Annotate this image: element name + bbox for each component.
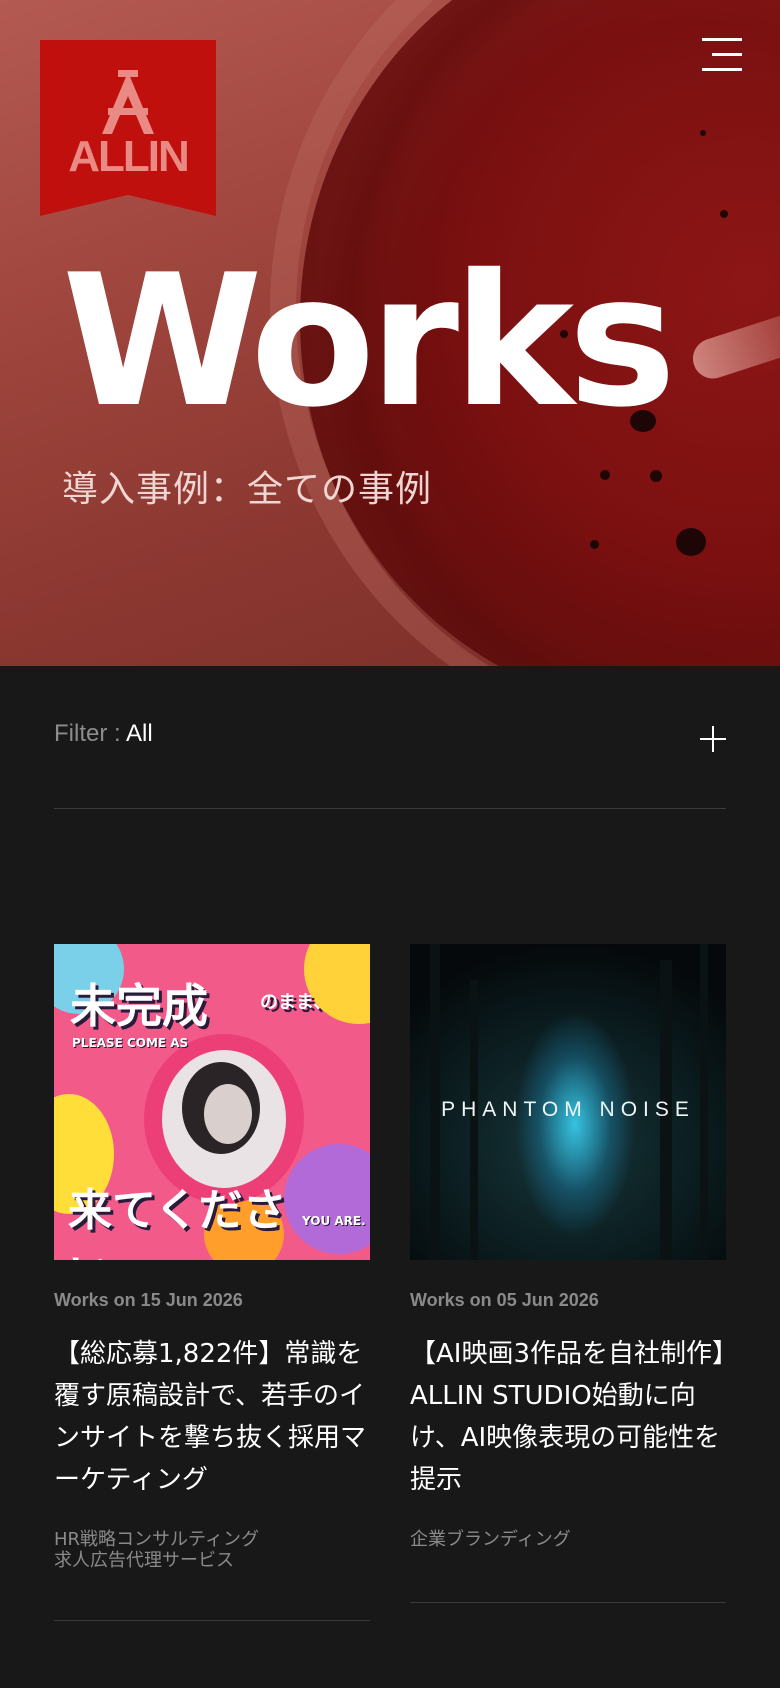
logo-wordmark: ALLIN <box>68 132 190 181</box>
filter-label: Filter : All <box>54 720 153 748</box>
art-headline: 未完成 <box>70 979 208 1033</box>
hero-banner: ALLIN Works 導入事例：全ての事例 <box>0 0 780 666</box>
works-card-date: Works on 15 Jun 2026 <box>54 1290 243 1310</box>
hero-dot <box>650 470 662 482</box>
works-card-thumbnail[interactable]: PHANTOM NOISE <box>410 944 726 1260</box>
hero-dot <box>720 210 728 218</box>
card-divider <box>54 1620 370 1621</box>
works-card-thumbnail[interactable]: 未完成 のまま、 PLEASE COME AS 来てください。 YOU ARE. <box>54 944 370 1260</box>
menu-line-icon <box>702 68 742 71</box>
works-card-date: Works on 05 Jun 2026 <box>410 1290 599 1310</box>
hero-dot <box>700 130 706 136</box>
art-portrait-face <box>204 1084 252 1144</box>
works-card-tags: 企業ブランディング <box>410 1529 726 1550</box>
plus-icon[interactable] <box>700 726 726 752</box>
art-title: PHANTOM NOISE <box>441 1098 695 1121</box>
art-en-line-2: YOU ARE. <box>302 1214 366 1228</box>
page-subtitle: 導入事例：全ての事例 <box>62 469 433 510</box>
works-card-title[interactable]: 【総応募1,822件】常識を覆す原稿設計で、若手のインサイトを撃ち抜く採用マーケ… <box>54 1333 370 1501</box>
page-title: Works <box>62 235 676 447</box>
menu-line-icon <box>702 38 742 41</box>
works-card-tag[interactable]: 企業ブランディング <box>410 1529 726 1550</box>
menu-button[interactable] <box>694 38 742 72</box>
hero-dot <box>590 540 599 549</box>
works-card[interactable]: PHANTOM NOISE Works on 05 Jun 2026 【AI映画… <box>410 944 726 1550</box>
filter-value: All <box>126 720 153 747</box>
hero-dot <box>676 528 706 556</box>
brand-logo[interactable]: ALLIN <box>40 40 216 216</box>
art-headline-small: のまま、 <box>260 992 332 1013</box>
card-divider <box>410 1602 726 1603</box>
art-en-line: PLEASE COME AS <box>72 1036 189 1050</box>
works-card[interactable]: 未完成 のまま、 PLEASE COME AS 来てください。 YOU ARE.… <box>54 944 370 1571</box>
filter-bar[interactable]: Filter : All <box>54 720 726 809</box>
hero-dot <box>600 470 610 480</box>
menu-line-icon <box>712 53 742 56</box>
works-card-tags: HR戦略コンサルティング 求人広告代理サービス <box>54 1529 370 1571</box>
works-card-title[interactable]: 【AI映画3作品を自社制作】ALLIN STUDIO始動に向け、AI映像表現の可… <box>410 1333 726 1501</box>
filter-label-text: Filter : <box>54 720 127 747</box>
works-card-tag[interactable]: 求人広告代理サービス <box>54 1550 370 1571</box>
logo-a-mark-icon <box>102 70 154 134</box>
works-card-tag[interactable]: HR戦略コンサルティング <box>54 1529 370 1550</box>
